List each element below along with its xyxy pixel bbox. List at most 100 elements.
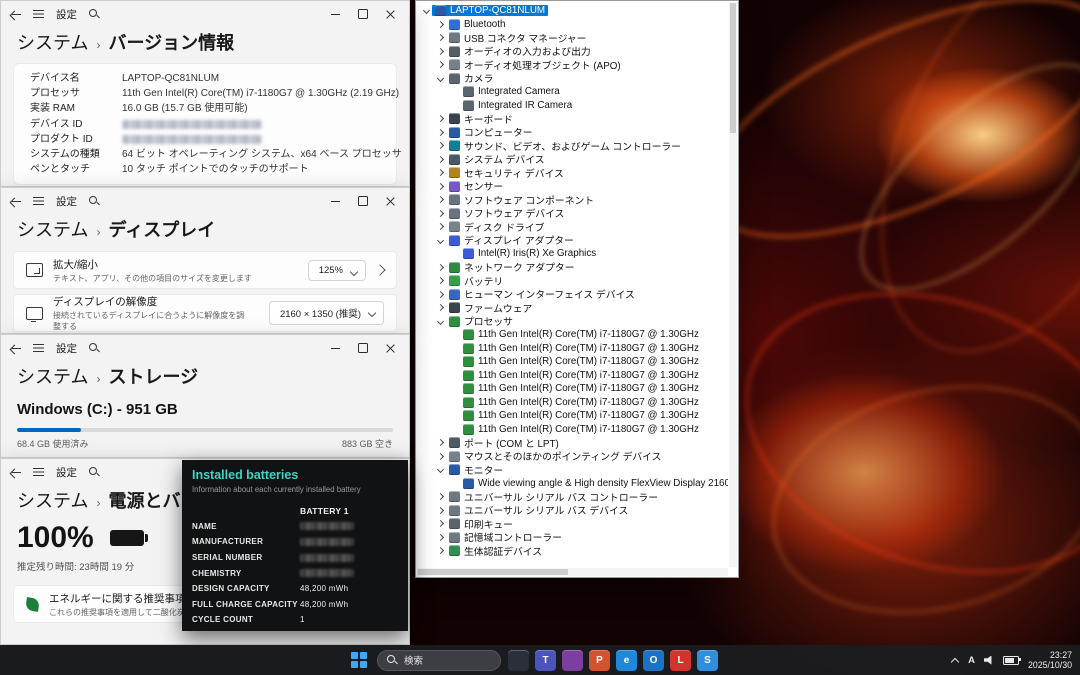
close-button[interactable]	[386, 344, 395, 353]
device-tree-item[interactable]: 11th Gen Intel(R) Core(TM) i7-1180G7 @ 1…	[418, 423, 728, 437]
device-tree-item[interactable]: コンピューター	[418, 126, 728, 140]
device-node[interactable]: ユニバーサル シリアル バス デバイス	[446, 503, 631, 517]
device-tree-item[interactable]: モニター	[418, 463, 728, 477]
scale-setting-row[interactable]: 拡大/縮小 テキスト、アプリ、その他の項目のサイズを変更します 125%	[13, 251, 397, 289]
device-tree-item[interactable]: キーボード	[418, 112, 728, 126]
device-tree-item[interactable]: 11th Gen Intel(R) Core(TM) i7-1180G7 @ 1…	[418, 396, 728, 410]
device-tree-item[interactable]: 印刷キュー	[418, 517, 728, 531]
chevron-expanded-icon[interactable]	[434, 238, 446, 243]
device-node[interactable]: コンピューター	[446, 125, 536, 139]
device-tree-item[interactable]: Wide viewing angle & High density FlexVi…	[418, 477, 728, 491]
device-tree-item[interactable]: マウスとそのほかのポインティング デバイス	[418, 450, 728, 464]
tray-battery-icon[interactable]	[1003, 656, 1019, 665]
device-node[interactable]: 記憶域コントローラー	[446, 530, 565, 544]
breadcrumb-root[interactable]: システム	[17, 216, 88, 242]
minimize-button[interactable]	[331, 197, 340, 206]
scrollbar-thumb[interactable]	[418, 569, 568, 575]
device-node[interactable]: Integrated IR Camera	[460, 100, 575, 111]
device-node[interactable]: カメラ	[446, 71, 496, 85]
device-tree-item[interactable]: プロセッサ	[418, 315, 728, 329]
chevron-collapsed-icon[interactable]	[434, 305, 446, 310]
search-icon[interactable]	[89, 467, 100, 478]
device-node[interactable]: 生体認証デバイス	[446, 544, 545, 558]
device-node[interactable]: ディスク ドライブ	[446, 220, 547, 234]
maximize-button[interactable]	[358, 343, 368, 353]
dark-app-taskbar-icon[interactable]	[508, 650, 529, 671]
back-icon[interactable]	[11, 196, 21, 206]
back-icon[interactable]	[11, 9, 21, 19]
device-node[interactable]: キーボード	[446, 112, 516, 126]
breadcrumb-root[interactable]: システム	[17, 29, 88, 55]
chevron-collapsed-icon[interactable]	[434, 170, 446, 175]
device-tree-item[interactable]: システム デバイス	[418, 153, 728, 167]
hamburger-menu-icon[interactable]	[33, 468, 44, 477]
device-tree-item[interactable]: 生体認証デバイス	[418, 544, 728, 558]
breadcrumb-root[interactable]: システム	[17, 363, 88, 389]
search-icon[interactable]	[89, 9, 100, 20]
chevron-collapsed-icon[interactable]	[434, 548, 446, 553]
chevron-collapsed-icon[interactable]	[434, 184, 446, 189]
chevron-collapsed-icon[interactable]	[434, 292, 446, 297]
device-node[interactable]: ファームウェア	[446, 301, 535, 315]
breadcrumb-root[interactable]: システム	[17, 487, 88, 513]
device-node[interactable]: 11th Gen Intel(R) Core(TM) i7-1180G7 @ 1…	[460, 329, 702, 340]
device-node[interactable]: 11th Gen Intel(R) Core(TM) i7-1180G7 @ 1…	[460, 410, 702, 421]
search-icon[interactable]	[89, 196, 100, 207]
device-node[interactable]: システム デバイス	[446, 152, 548, 166]
chevron-expanded-icon[interactable]	[434, 467, 446, 472]
device-node[interactable]: 11th Gen Intel(R) Core(TM) i7-1180G7 @ 1…	[460, 343, 702, 354]
device-tree-item[interactable]: 11th Gen Intel(R) Core(TM) i7-1180G7 @ 1…	[418, 342, 728, 356]
back-icon[interactable]	[11, 343, 21, 353]
device-node[interactable]: 11th Gen Intel(R) Core(TM) i7-1180G7 @ 1…	[460, 356, 702, 367]
device-node[interactable]: Bluetooth	[446, 19, 508, 30]
device-node[interactable]: オーディオ処理オブジェクト (APO)	[446, 58, 624, 72]
horizontal-scrollbar[interactable]	[417, 568, 728, 576]
close-button[interactable]	[386, 10, 395, 19]
device-tree-item[interactable]: Integrated Camera	[418, 85, 728, 99]
device-node[interactable]: センサー	[446, 179, 506, 193]
chevron-collapsed-icon[interactable]	[434, 211, 446, 216]
device-node[interactable]: 11th Gen Intel(R) Core(TM) i7-1180G7 @ 1…	[460, 397, 702, 408]
maximize-button[interactable]	[358, 196, 368, 206]
chevron-collapsed-icon[interactable]	[434, 454, 446, 459]
device-tree-item[interactable]: ヒューマン インターフェイス デバイス	[418, 288, 728, 302]
minimize-button[interactable]	[331, 10, 340, 19]
chevron-collapsed-icon[interactable]	[434, 143, 446, 148]
device-tree-item[interactable]: 11th Gen Intel(R) Core(TM) i7-1180G7 @ 1…	[418, 328, 728, 342]
device-node[interactable]: プロセッサ	[446, 314, 516, 328]
device-tree-item[interactable]: 11th Gen Intel(R) Core(TM) i7-1180G7 @ 1…	[418, 369, 728, 383]
device-node[interactable]: ソフトウェア デバイス	[446, 206, 567, 220]
device-tree-item[interactable]: ディスプレイ アダプター	[418, 234, 728, 248]
device-tree-item[interactable]: Integrated IR Camera	[418, 99, 728, 113]
device-node[interactable]: 11th Gen Intel(R) Core(TM) i7-1180G7 @ 1…	[460, 370, 702, 381]
device-tree-item[interactable]: ユニバーサル シリアル バス コントローラー	[418, 490, 728, 504]
chevron-collapsed-icon[interactable]	[434, 22, 446, 27]
scrollbar-thumb[interactable]	[730, 3, 736, 133]
device-node[interactable]: USB コネクタ マネージャー	[446, 31, 589, 45]
scale-dropdown[interactable]: 125%	[308, 260, 366, 281]
device-node[interactable]: バッテリ	[446, 274, 506, 288]
tray-chevron-up-icon[interactable]	[952, 657, 959, 664]
selected-device-node[interactable]: LAPTOP-QC81NLUM	[432, 5, 548, 16]
hamburger-menu-icon[interactable]	[33, 10, 44, 19]
colorful-app-taskbar-icon[interactable]	[562, 650, 583, 671]
resolution-setting-row[interactable]: ディスプレイの解像度 接続されているディスプレイに合うように解像度を調整する 2…	[13, 294, 397, 332]
device-node[interactable]: 11th Gen Intel(R) Core(TM) i7-1180G7 @ 1…	[460, 424, 702, 435]
minimize-button[interactable]	[331, 344, 340, 353]
search-icon[interactable]	[89, 343, 100, 354]
taskbar-search[interactable]: 検索	[377, 650, 501, 671]
device-node[interactable]: サウンド、ビデオ、およびゲーム コントローラー	[446, 139, 684, 153]
device-tree-item[interactable]: 記憶域コントローラー	[418, 531, 728, 545]
line-taskbar-icon[interactable]: L	[670, 650, 691, 671]
edge-taskbar-icon[interactable]: e	[616, 650, 637, 671]
device-node[interactable]: モニター	[446, 463, 506, 477]
ime-indicator[interactable]: A	[968, 655, 975, 666]
chevron-collapsed-icon[interactable]	[434, 508, 446, 513]
chevron-expanded-icon[interactable]	[420, 8, 432, 13]
chevron-expanded-icon[interactable]	[434, 319, 446, 324]
chevron-expanded-icon[interactable]	[434, 76, 446, 81]
device-tree-item[interactable]: 11th Gen Intel(R) Core(TM) i7-1180G7 @ 1…	[418, 409, 728, 423]
device-tree-item[interactable]: ディスク ドライブ	[418, 220, 728, 234]
device-tree-item[interactable]: ネットワーク アダプター	[418, 261, 728, 275]
back-icon[interactable]	[11, 467, 21, 477]
